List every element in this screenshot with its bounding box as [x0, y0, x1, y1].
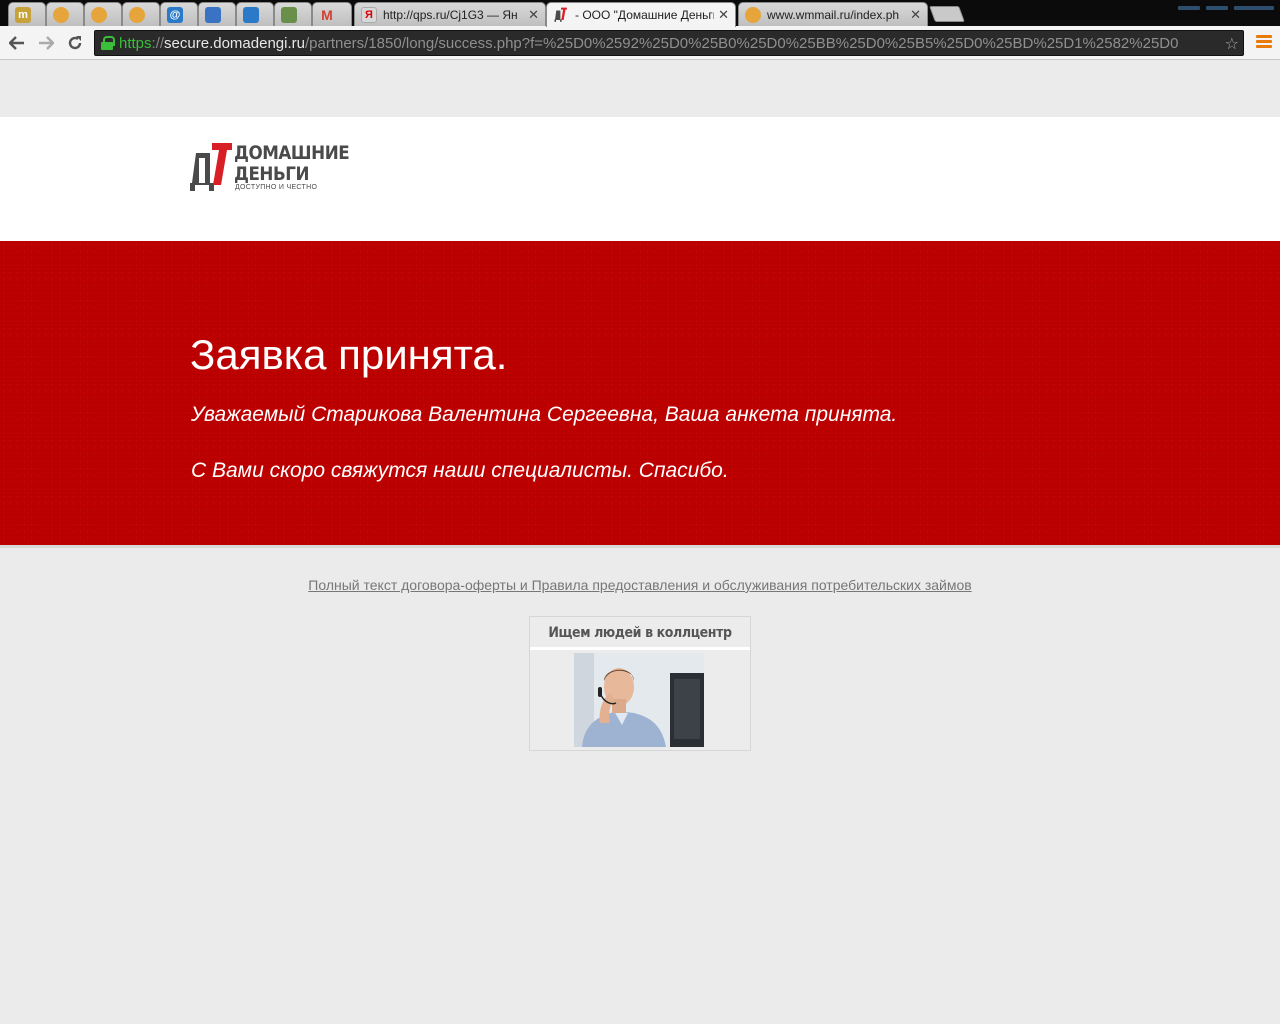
webmoney-icon [53, 6, 69, 23]
reload-button[interactable] [64, 32, 86, 54]
logo-line2: ДЕНЬГИ [234, 163, 310, 185]
forward-arrow-icon [39, 36, 54, 50]
operator-person-image [574, 653, 704, 747]
company-logo[interactable]: ДОМАШНИЕ ДЕНЬГИ ДОСТУПНО И ЧЕСТНО [190, 141, 350, 197]
tm-icon: m [15, 6, 31, 23]
tab-title: www.wmmail.ru/index.ph [767, 7, 900, 22]
url-host: secure.domadengi.ru [164, 34, 305, 52]
browser-tab[interactable]: www.wmmail.ru/index.ph ✕ [738, 2, 928, 26]
tab-close-icon[interactable]: ✕ [910, 7, 921, 23]
logo-line1: ДОМАШНИЕ [234, 142, 350, 164]
image-icon [281, 6, 297, 23]
browser-tab[interactable]: Яhttp://qps.ru/Cj1G3 — Ян ✕ [354, 2, 546, 26]
new-tab-button[interactable] [929, 6, 965, 22]
browser-tab[interactable] [84, 2, 122, 26]
logo-wordmark: ДОМАШНИЕ ДЕНЬГИ [234, 142, 350, 185]
minimize-button[interactable] [1178, 6, 1200, 10]
success-banner: Заявка принята. Уважаемый Старикова Вале… [0, 241, 1280, 548]
tab-title: http://qps.ru/Cj1G3 — Ян [383, 7, 518, 22]
ad-divider [530, 647, 750, 650]
browser-menu-icon[interactable] [1256, 35, 1272, 51]
browser-tab[interactable] [274, 2, 312, 26]
webmoney-icon [129, 6, 145, 23]
yandex-icon: Я [361, 6, 377, 23]
logo-tagline: ДОСТУПНО И ЧЕСТНО [235, 184, 318, 191]
followup-message: С Вами скоро свяжутся наши специалисты. … [191, 459, 729, 482]
url-scheme: https [119, 34, 152, 52]
browser-tab[interactable] [46, 2, 84, 26]
browser-tab[interactable]: m [8, 2, 46, 26]
ssl-lock-icon [101, 36, 115, 50]
back-button[interactable] [6, 32, 28, 54]
dd-logo-icon [190, 143, 232, 191]
browser-tab[interactable] [236, 2, 274, 26]
site-header: ДОМАШНИЕ ДЕНЬГИ ДОСТУПНО И ЧЕСТНО [0, 117, 1280, 241]
reload-icon [68, 36, 82, 50]
browser-tab[interactable]: M [312, 2, 352, 26]
browser-tab[interactable]: @ [160, 2, 198, 26]
browser-tab-strip: m @ M Яhttp://qps.ru/Cj1G3 — Ян ✕ - ООО "Дома… [0, 0, 1280, 27]
ad-photo [574, 653, 704, 747]
pin-icon [243, 6, 259, 23]
globe-icon [205, 6, 221, 23]
browser-tab[interactable] [198, 2, 236, 26]
back-arrow-icon [9, 36, 24, 50]
offer-link-container: Полный текст договора-оферты и Правила п… [0, 577, 1280, 593]
page-content: ДОМАШНИЕ ДЕНЬГИ ДОСТУПНО И ЧЕСТНО Заявка… [0, 61, 1280, 1024]
tab-title: - ООО "Домашние Деньги [575, 8, 715, 22]
browser-tab[interactable]: - ООО "Домашние Деньги ✕ [546, 2, 736, 27]
address-bar[interactable]: https://secure.domadengi.ru/partners/185… [94, 30, 1244, 56]
dd-logo-icon [553, 7, 569, 23]
mail-at-icon: @ [167, 6, 183, 23]
callcenter-ad-banner[interactable]: Ищем людей в коллцентр [529, 616, 751, 751]
forward-button[interactable] [35, 32, 57, 54]
webmoney-icon [91, 6, 107, 23]
greeting-message: Уважаемый Старикова Валентина Сергеевна,… [191, 403, 898, 426]
tab-close-icon[interactable]: ✕ [528, 7, 539, 23]
webmoney-icon [745, 6, 761, 23]
browser-toolbar: https://secure.domadengi.ru/partners/185… [0, 26, 1280, 60]
bookmark-star-icon[interactable]: ☆ [1225, 34, 1239, 54]
browser-tab[interactable] [122, 2, 160, 26]
url-separator: :// [151, 34, 165, 52]
tab-close-icon[interactable]: ✕ [718, 7, 729, 23]
ad-title: Ищем людей в коллцентр [548, 625, 732, 641]
page-title: Заявка принята. [190, 331, 508, 378]
maximize-button[interactable] [1206, 6, 1228, 10]
gmail-icon: M [321, 6, 333, 23]
url-path: /partners/1850/long/success.php?f=%25D0%… [304, 34, 1179, 52]
close-window-button[interactable] [1234, 6, 1274, 10]
offer-agreement-link[interactable]: Полный текст договора-оферты и Правила п… [308, 577, 971, 593]
